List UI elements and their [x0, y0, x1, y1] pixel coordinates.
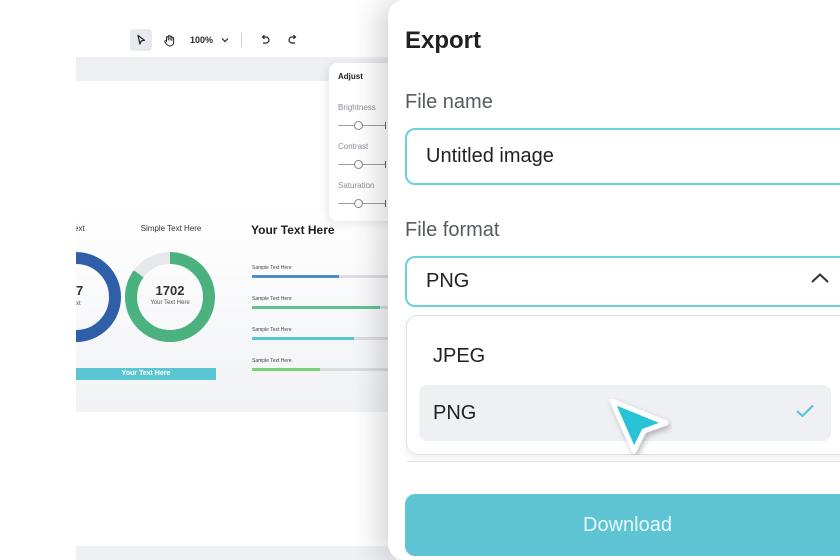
checkmark-icon: [796, 404, 814, 418]
saturation-label: Saturation: [338, 181, 375, 190]
saturation-slider[interactable]: [338, 198, 390, 208]
format-option-label: JPEG: [433, 344, 486, 367]
undo-icon: [261, 34, 270, 44]
brightness-label: Brightness: [338, 103, 376, 112]
pointer-icon: [137, 34, 146, 45]
download-button[interactable]: Download: [405, 494, 840, 556]
canvas-toolbar: 100%: [130, 29, 304, 51]
progress-bar-label: Sample Text Here: [252, 358, 292, 364]
contrast-slider[interactable]: [338, 159, 390, 169]
toolbar-divider: [241, 33, 243, 47]
progress-bar-group: Sample Text Here: [252, 265, 396, 278]
progress-bar-label: Sample Text Here: [252, 265, 292, 271]
progress-bar-track: [252, 275, 396, 278]
left-stat-label: Text: [76, 224, 85, 233]
mid-stat-sub: Your Text Here: [150, 300, 190, 306]
progress-bar-group: Sample Text Here: [252, 358, 396, 371]
mid-stat-label: Simple Text Here: [140, 224, 202, 233]
progress-bar-label: Sample Text Here: [252, 327, 292, 333]
slider-knob[interactable]: [354, 199, 363, 208]
progress-bar-track: [252, 306, 396, 309]
left-stat-sub: xt: [76, 301, 81, 307]
progress-bar-track: [252, 337, 396, 340]
adjust-panel: Adjust Brightness Contrast Saturation: [329, 63, 395, 221]
contrast-label: Contrast: [338, 142, 369, 151]
export-title: Export: [405, 27, 482, 54]
redo-button[interactable]: [282, 29, 304, 51]
hand-tool-button[interactable]: [158, 29, 180, 51]
cursor-pointer-icon: [609, 398, 669, 454]
progress-bar-label: Sample Text Here: [252, 296, 292, 302]
mid-stat-value: 1702: [155, 283, 185, 298]
panel-divider: [406, 461, 840, 462]
progress-bar-fill: [252, 275, 339, 278]
selected-format: PNG: [426, 270, 470, 292]
select-tool-button[interactable]: [130, 29, 152, 51]
left-stat-value: 7: [76, 283, 84, 298]
progress-bar-fill: [252, 368, 320, 371]
slider-knob[interactable]: [354, 121, 363, 130]
adjust-title: Adjust: [338, 72, 363, 81]
undo-button[interactable]: [254, 29, 276, 51]
teal-caption-bar: Your Text Here: [76, 368, 216, 380]
chevron-up-icon: [811, 273, 829, 283]
progress-bar-group: Sample Text Here: [252, 327, 396, 340]
file-format-select[interactable]: PNG: [405, 256, 840, 307]
format-option-jpeg[interactable]: JPEG: [419, 328, 831, 384]
progress-bar-track: [252, 368, 396, 371]
progress-bar-group: Sample Text Here: [252, 296, 396, 309]
file-name-label: File name: [405, 91, 493, 113]
progress-bar-fill: [252, 337, 354, 340]
format-option-label: PNG: [433, 401, 477, 424]
canvas-background-band-bottom: [76, 546, 396, 560]
file-name-input[interactable]: [405, 128, 840, 185]
bars-title: Your Text Here: [251, 223, 335, 237]
brightness-slider[interactable]: [338, 120, 390, 130]
redo-icon: [288, 34, 297, 44]
progress-bar-fill: [252, 306, 380, 309]
hand-icon: [163, 34, 174, 46]
design-slide[interactable]: Text 7 xt Simple Text Here 1702 Your Tex…: [76, 205, 396, 412]
zoom-dropdown-chevron-icon[interactable]: [221, 35, 229, 45]
export-panel: Export File name File format PNG JPEG PN…: [388, 0, 840, 560]
file-format-label: File format: [405, 219, 500, 241]
slider-knob[interactable]: [354, 160, 363, 169]
zoom-level[interactable]: 100%: [190, 35, 213, 45]
